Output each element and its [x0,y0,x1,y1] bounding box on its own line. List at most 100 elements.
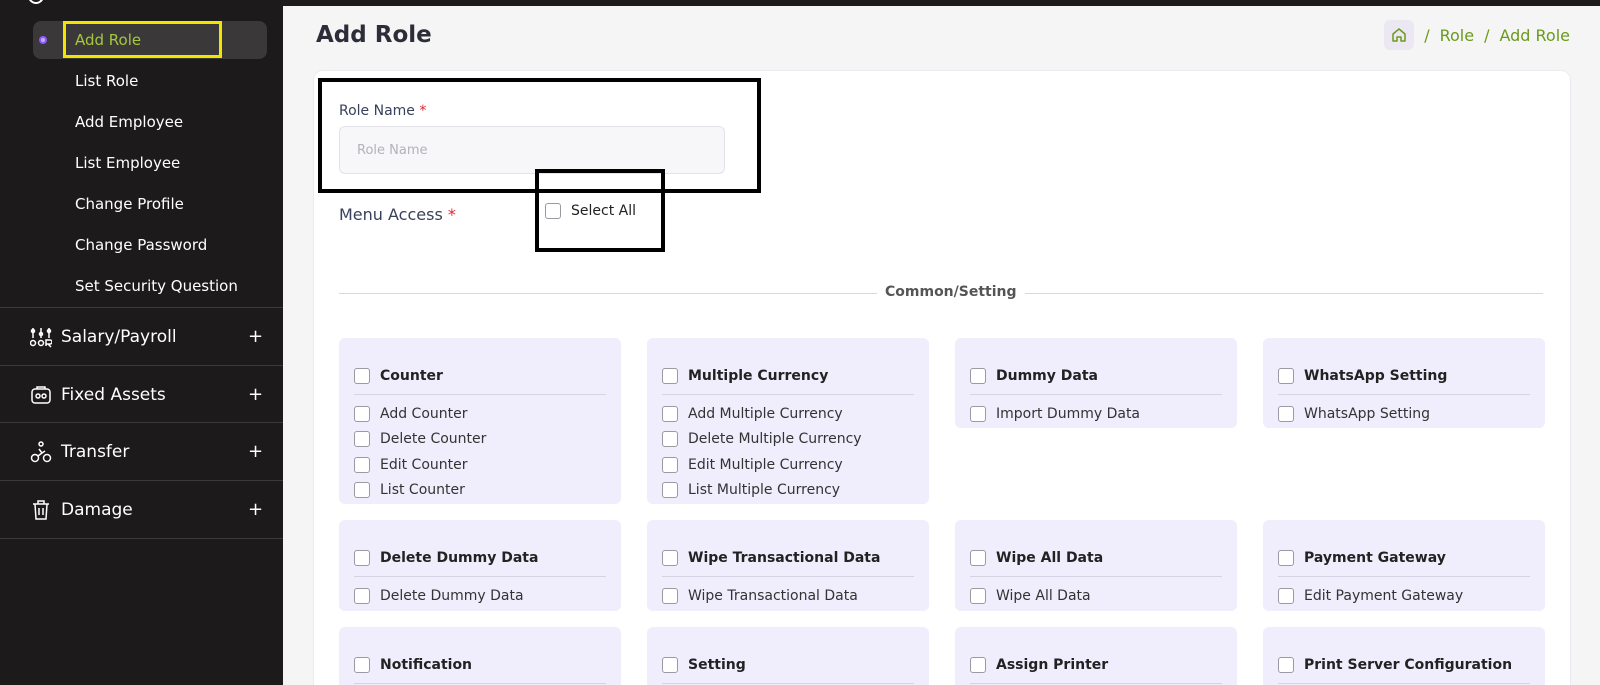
checkbox[interactable] [662,587,678,604]
perm-item[interactable]: Delete Dummy Data [354,583,606,609]
checkbox[interactable] [354,587,370,604]
checkbox[interactable] [545,203,561,219]
sidebar-item-label: List Employee [75,154,181,172]
checkbox[interactable] [662,657,678,673]
home-button[interactable] [1384,20,1415,50]
perm-group-checkbox[interactable]: Setting [662,653,914,677]
sidebar-item-add-role[interactable]: Add Role [33,21,267,59]
checkbox[interactable] [662,431,678,448]
sidebar-item-label: Add Role [75,31,142,49]
perm-item[interactable]: Edit Counter [354,452,606,478]
checkbox[interactable] [1278,587,1294,604]
expand-plus-icon[interactable]: + [248,384,263,405]
perm-group-checkbox[interactable]: Assign Printer [970,653,1222,677]
checkbox[interactable] [354,657,370,673]
perm-divider [970,683,1222,684]
sidebar: Add Role List Role Add Employee List Emp… [0,0,283,685]
perm-group-title: Payment Gateway [1304,550,1446,566]
checkbox[interactable] [1278,657,1294,673]
sidebar-group-transfer[interactable]: Transfer + [0,422,283,480]
sidebar-group-fixed-assets[interactable]: Fixed Assets + [0,365,283,423]
expand-plus-icon[interactable]: + [248,326,263,347]
breadcrumb-role-link[interactable]: Role [1440,26,1474,45]
sidebar-item-add-employee[interactable]: Add Employee [33,103,267,141]
perm-group-checkbox[interactable]: Dummy Data [970,364,1222,388]
checkbox[interactable] [1278,405,1294,422]
sidebar-group-label: Fixed Assets [61,384,166,405]
perm-item[interactable]: Add Counter [354,401,606,427]
checkbox[interactable] [354,456,370,473]
sidebar-item-list-role[interactable]: List Role [33,62,267,100]
checkbox[interactable] [970,550,986,566]
sidebar-group-damage[interactable]: Damage + [0,480,283,538]
perm-card-whatsapp-setting: WhatsApp Setting WhatsApp Setting [1263,338,1545,428]
required-mark: * [419,103,427,119]
checkbox[interactable] [662,368,678,384]
checkbox[interactable] [970,587,986,604]
checkbox[interactable] [354,550,370,566]
perm-group-checkbox[interactable]: Multiple Currency [662,364,914,388]
sidebar-item-label: Add Employee [75,113,184,131]
checkbox[interactable] [354,368,370,384]
sidebar-group-label: Damage [61,499,133,520]
checkbox[interactable] [354,405,370,422]
perm-item[interactable]: Edit Multiple Currency [662,452,914,478]
checkbox[interactable] [354,431,370,448]
perm-item[interactable]: List Counter [354,478,606,504]
checkbox[interactable] [662,456,678,473]
perm-item[interactable]: Wipe All Data [970,583,1222,609]
breadcrumb: / Role / Add Role [1384,20,1570,50]
perm-item[interactable]: Add Multiple Currency [662,401,914,427]
perm-card-print-server-configuration: Print Server Configuration [1263,627,1545,685]
perm-group-title: Print Server Configuration [1304,657,1513,673]
checkbox[interactable] [662,405,678,422]
select-all-checkbox[interactable]: Select All [545,203,636,219]
checkbox[interactable] [970,368,986,384]
expand-plus-icon[interactable]: + [248,441,263,462]
checkbox[interactable] [662,550,678,566]
perm-item-label: List Counter [380,482,465,499]
role-name-input[interactable] [339,126,725,174]
perm-group-checkbox[interactable]: WhatsApp Setting [1278,364,1530,388]
sidebar-group-salary-payroll[interactable]: Salary/Payroll + [0,307,283,365]
select-all-label: Select All [571,203,636,219]
perm-group-checkbox[interactable]: Counter [354,364,606,388]
checkbox[interactable] [662,482,678,499]
perm-group-checkbox[interactable]: Notification [354,653,606,677]
perm-divider [1278,576,1530,577]
required-mark: * [447,205,456,224]
perm-divider [970,394,1222,395]
sidebar-item-label: List Role [75,72,139,90]
perm-item[interactable]: Delete Multiple Currency [662,427,914,453]
perm-group-checkbox[interactable]: Print Server Configuration [1278,653,1530,677]
checkbox[interactable] [970,657,986,673]
sidebar-item-list-employee[interactable]: List Employee [33,144,267,182]
sidebar-divider [0,538,283,539]
breadcrumb-separator: / [1484,25,1490,45]
perm-divider [354,576,606,577]
perm-card-assign-printer: Assign Printer [955,627,1237,685]
menu-access-label: Menu Access * [339,205,456,224]
checkbox[interactable] [1278,550,1294,566]
sidebar-item-change-profile[interactable]: Change Profile [33,185,267,223]
perm-item[interactable]: WhatsApp Setting [1278,401,1530,427]
role-name-label: Role Name * [339,103,426,119]
checkbox[interactable] [970,405,986,422]
perm-item[interactable]: Import Dummy Data [970,401,1222,427]
checkbox[interactable] [354,482,370,499]
expand-plus-icon[interactable]: + [248,499,263,520]
perm-item[interactable]: Delete Counter [354,427,606,453]
checkbox[interactable] [1278,368,1294,384]
perm-item[interactable]: Edit Payment Gateway [1278,583,1530,609]
perm-group-checkbox[interactable]: Wipe All Data [970,546,1222,570]
sidebar-item-set-security-question[interactable]: Set Security Question [33,267,267,305]
transfer-icon [30,440,52,462]
perm-group-checkbox[interactable]: Payment Gateway [1278,546,1530,570]
menu-access-label-text: Menu Access [339,205,443,224]
perm-item-label: Delete Multiple Currency [688,431,862,448]
sidebar-item-change-password[interactable]: Change Password [33,226,267,264]
perm-item[interactable]: Wipe Transactional Data [662,583,914,609]
perm-group-checkbox[interactable]: Delete Dummy Data [354,546,606,570]
perm-group-checkbox[interactable]: Wipe Transactional Data [662,546,914,570]
perm-item[interactable]: List Multiple Currency [662,478,914,504]
